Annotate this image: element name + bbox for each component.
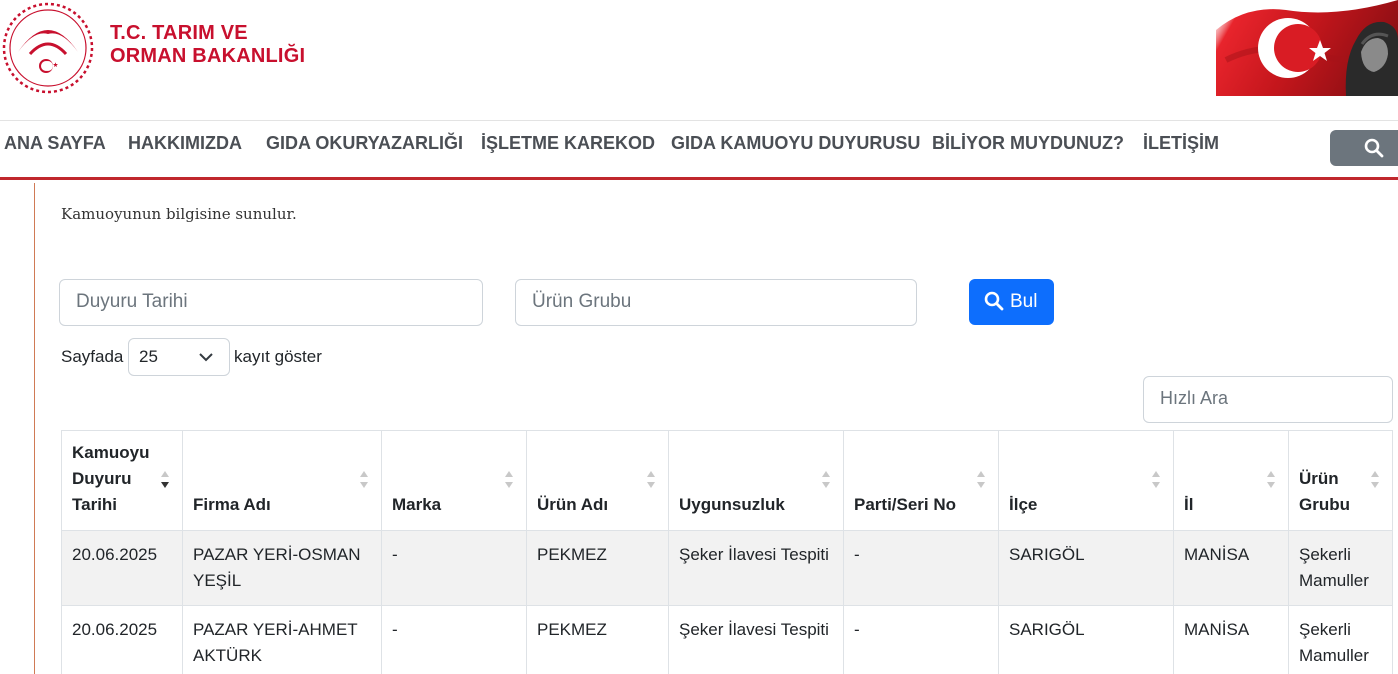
duyuru-tarihi-placeholder: Duyuru Tarihi xyxy=(76,291,188,312)
cell-firma: PAZAR YERİ-OSMAN YEŞİL xyxy=(182,530,382,606)
nav-item-ana-sayfa[interactable]: ANA SAYFA xyxy=(4,133,106,154)
cell-marka: - xyxy=(381,530,527,606)
sort-icon xyxy=(1371,471,1379,488)
nav-item-isletme-karekod[interactable]: İŞLETME KAREKOD xyxy=(481,133,655,154)
cell-uygunsuzluk: Şeker İlavesi Tespiti xyxy=(668,605,844,674)
nav-item-gida-kamuoyu-duyurusu[interactable]: GIDA KAMUOYU DUYURUSU xyxy=(671,133,920,154)
quick-search-placeholder: Hızlı Ara xyxy=(1160,388,1229,408)
column-header-ilce[interactable]: İlçe xyxy=(998,430,1174,531)
ministry-name-line1: T.C. TARIM VE xyxy=(110,22,248,44)
cell-parti-seri: - xyxy=(843,530,999,606)
sort-icon xyxy=(977,471,985,488)
cell-urun-adi: PEKMEZ xyxy=(526,605,669,674)
cell-parti-seri: - xyxy=(843,605,999,674)
site-header: T.C. TARIM VE ORMAN BAKANLIĞI xyxy=(0,0,1398,120)
nav-item-gida-okuryazarligi[interactable]: GIDA OKURYAZARLIĞI xyxy=(266,133,463,154)
content-left-border xyxy=(34,183,35,674)
bul-label: Bul xyxy=(1010,291,1038,312)
main-nav: ANA SAYFA HAKKIMIZDA GIDA OKURYAZARLIĞI … xyxy=(0,120,1398,180)
turkish-flag-ataturk-banner xyxy=(1216,0,1398,96)
quick-search-input[interactable]: Hızlı Ara xyxy=(1143,376,1393,423)
ministry-name-line2: ORMAN BAKANLIĞI xyxy=(110,45,306,67)
cell-marka: - xyxy=(381,605,527,674)
sort-icon xyxy=(647,471,655,488)
cell-il: MANİSA xyxy=(1173,530,1289,606)
announcement-table: Kamuoyu Duyuru Tarihi Firma Adı Marka Ür… xyxy=(61,430,1393,674)
sort-icon xyxy=(505,471,513,488)
nav-search-button[interactable] xyxy=(1330,130,1398,166)
length-suffix: kayıt göster xyxy=(234,347,322,366)
chevron-down-icon xyxy=(199,353,213,362)
cell-urun-adi: PEKMEZ xyxy=(526,530,669,606)
search-icon xyxy=(1364,138,1384,158)
cell-il: MANİSA xyxy=(1173,605,1289,674)
table-header-row: Kamuoyu Duyuru Tarihi Firma Adı Marka Ür… xyxy=(61,430,1393,531)
column-header-marka[interactable]: Marka xyxy=(381,430,527,531)
column-header-tarih[interactable]: Kamuoyu Duyuru Tarihi xyxy=(61,430,183,531)
nav-item-biliyor-muydunuz[interactable]: BİLİYOR MUYDUNUZ? xyxy=(932,133,1124,154)
cell-uygunsuzluk: Şeker İlavesi Tespiti xyxy=(668,530,844,606)
table-row: 20.06.2025 PAZAR YERİ-AHMET AKTÜRK - PEK… xyxy=(61,605,1393,674)
ministry-emblem-icon[interactable] xyxy=(0,0,100,96)
sort-icon xyxy=(360,471,368,488)
column-header-parti-seri[interactable]: Parti/Seri No xyxy=(843,430,999,531)
urun-grubu-placeholder: Ürün Grubu xyxy=(532,291,632,312)
page-length-value: 25 xyxy=(139,347,158,366)
column-header-urun-grubu[interactable]: Ürün Grubu xyxy=(1288,430,1393,531)
ministry-name[interactable]: T.C. TARIM VE ORMAN BAKANLIĞI xyxy=(110,22,305,68)
cell-tarih: 20.06.2025 xyxy=(61,605,183,674)
cell-tarih: 20.06.2025 xyxy=(61,530,183,606)
cell-urun-grubu: Şekerli Mamuller xyxy=(1288,530,1393,606)
column-header-urun-adi[interactable]: Ürün Adı xyxy=(526,430,669,531)
urun-grubu-input[interactable]: Ürün Grubu xyxy=(515,279,917,326)
notice-text: Kamuoyunun bilgisine sunulur. xyxy=(61,205,297,223)
search-icon xyxy=(984,291,1004,311)
cell-firma: PAZAR YERİ-AHMET AKTÜRK xyxy=(182,605,382,674)
column-header-firma[interactable]: Firma Adı xyxy=(182,430,382,531)
sort-icon xyxy=(1267,471,1275,488)
column-header-il[interactable]: İl xyxy=(1173,430,1289,531)
nav-item-iletisim[interactable]: İLETİŞİM xyxy=(1143,133,1219,154)
table-row: 20.06.2025 PAZAR YERİ-OSMAN YEŞİL - PEKM… xyxy=(61,530,1393,606)
length-prefix: Sayfada xyxy=(61,347,124,366)
sort-icon xyxy=(1152,471,1160,488)
sort-desc-icon xyxy=(161,471,169,488)
sort-icon xyxy=(822,471,830,488)
column-header-uygunsuzluk[interactable]: Uygunsuzluk xyxy=(668,430,844,531)
cell-ilce: SARIGÖL xyxy=(998,530,1174,606)
duyuru-tarihi-input[interactable]: Duyuru Tarihi xyxy=(59,279,483,326)
cell-ilce: SARIGÖL xyxy=(998,605,1174,674)
bul-button[interactable]: Bul xyxy=(969,279,1054,325)
cell-urun-grubu: Şekerli Mamuller xyxy=(1288,605,1393,674)
nav-item-hakkimizda[interactable]: HAKKIMIZDA xyxy=(128,133,242,154)
page-length-select[interactable]: 25 xyxy=(128,338,230,376)
